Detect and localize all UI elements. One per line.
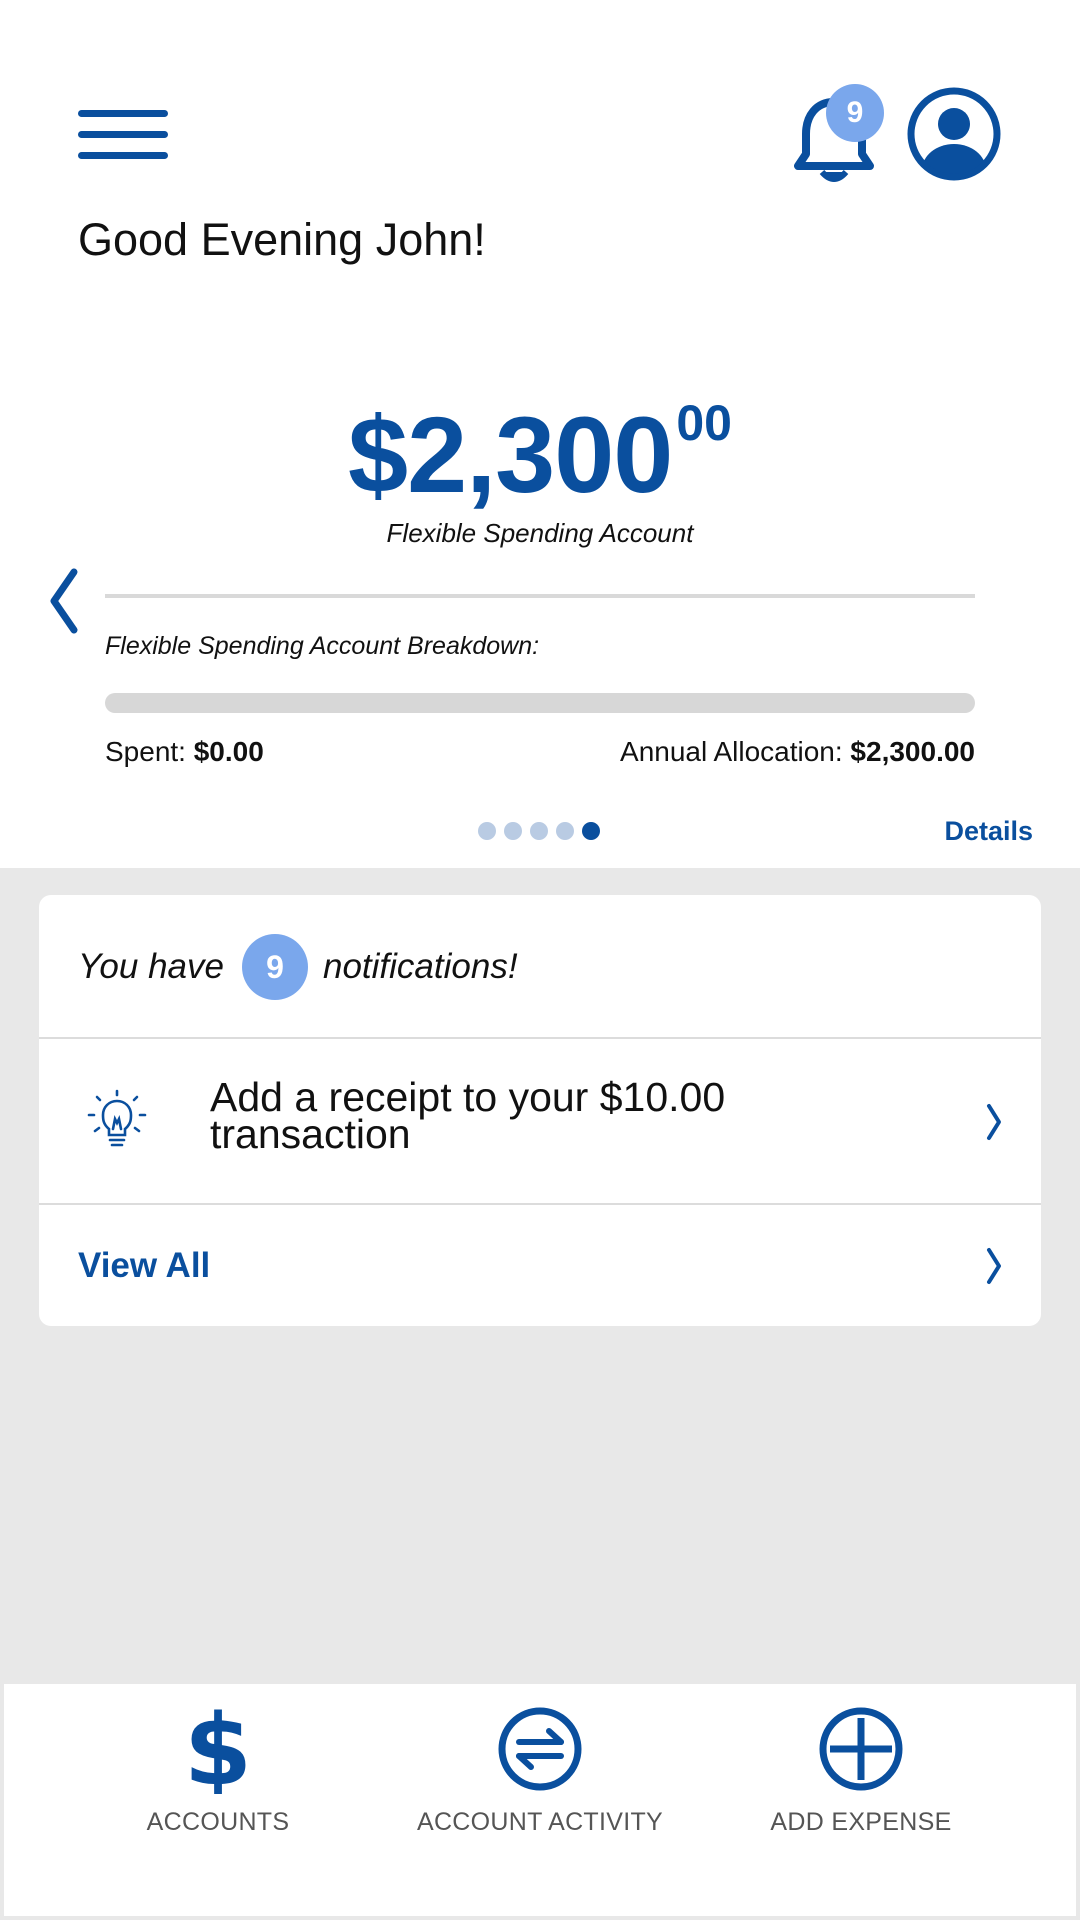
spending-progress-bar: [105, 693, 975, 713]
chevron-left-icon[interactable]: [44, 566, 84, 636]
page-indicator: [478, 822, 600, 840]
svg-text:$: $: [184, 1704, 252, 1794]
notifications-prefix: You have: [78, 947, 224, 986]
profile-avatar-icon[interactable]: [906, 86, 1002, 182]
header-section: 9 Good Evening John! $2,30000 Flexible S…: [0, 0, 1080, 868]
allocation-value: $2,300.00: [850, 736, 975, 767]
dollar-icon: $: [184, 1704, 252, 1794]
notification-item-text: Add a receipt to your $10.00 transaction: [210, 1074, 726, 1157]
page-dot[interactable]: [530, 822, 548, 840]
page-dot[interactable]: [556, 822, 574, 840]
spent-label: Spent:: [105, 736, 186, 767]
notifications-summary: You have 9 notifications!: [39, 895, 1041, 1039]
notifications-suffix: notifications!: [323, 947, 518, 986]
bottom-navigation: $ ACCOUNTS ACCOUNT ACTIVITY ADD EXPENSE: [4, 1684, 1076, 1916]
chevron-right-icon: [987, 1248, 1001, 1284]
notifications-count-badge: 9: [242, 934, 308, 1000]
hamburger-menu-icon[interactable]: [78, 108, 168, 162]
balance-dollars: $2,300: [348, 394, 673, 515]
allocation-label: Annual Allocation:: [620, 736, 843, 767]
view-all-row[interactable]: View All: [39, 1205, 1041, 1326]
nav-accounts-label: ACCOUNTS: [146, 1808, 290, 1836]
annual-allocation: Annual Allocation: $2,300.00: [620, 736, 975, 768]
balance-cents: 00: [676, 395, 732, 451]
spent-amount: Spent: $0.00: [105, 736, 264, 768]
nav-account-activity-label: ACCOUNT ACTIVITY: [416, 1808, 664, 1836]
nav-accounts[interactable]: $ ACCOUNTS: [58, 1684, 378, 1916]
lightbulb-icon: [87, 1089, 147, 1147]
nav-add-expense[interactable]: ADD EXPENSE: [701, 1684, 1021, 1916]
page-dot[interactable]: [582, 822, 600, 840]
page-dot[interactable]: [504, 822, 522, 840]
breakdown-title: Flexible Spending Account Breakdown:: [105, 632, 540, 660]
greeting-text: Good Evening John!: [78, 214, 486, 265]
chevron-right-icon: [987, 1104, 1001, 1140]
notification-count-badge: 9: [826, 84, 884, 142]
details-link[interactable]: Details: [944, 816, 1033, 847]
view-all-label: View All: [78, 1246, 211, 1285]
section-divider: [105, 594, 975, 598]
nav-account-activity[interactable]: ACCOUNT ACTIVITY: [380, 1684, 700, 1916]
transfer-arrows-icon: [498, 1707, 582, 1791]
spent-value: $0.00: [193, 736, 264, 767]
nav-add-expense-label: ADD EXPENSE: [770, 1808, 952, 1836]
page-dot[interactable]: [478, 822, 496, 840]
notifications-card: You have 9 notifications! Add a receipt …: [39, 895, 1041, 1326]
account-balance: $2,30000: [0, 392, 1080, 517]
plus-circle-icon: [819, 1707, 903, 1791]
notification-item[interactable]: Add a receipt to your $10.00 transaction: [39, 1039, 1041, 1205]
account-name-label: Flexible Spending Account: [386, 518, 694, 548]
